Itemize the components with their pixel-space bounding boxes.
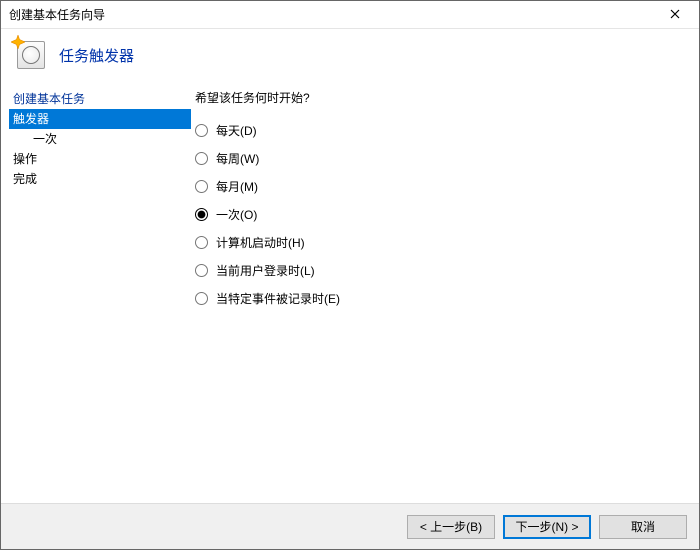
trigger-label-3: 一次(O) (216, 206, 257, 223)
trigger-label-5: 当前用户登录时(L) (216, 262, 315, 279)
wizard-content: 希望该任务何时开始? 每天(D) 每周(W) 每月(M) 一次(O) 计算机启动时(H)… (191, 83, 699, 487)
trigger-prompt: 希望该任务何时开始? (195, 89, 683, 106)
window-title: 创建基本任务向导 (9, 6, 655, 23)
trigger-label-4: 计算机启动时(H) (216, 234, 305, 251)
sidebar-item-4[interactable]: 完成 (9, 169, 191, 189)
trigger-label-0: 每天(D) (216, 122, 257, 139)
trigger-radio-5[interactable] (195, 264, 208, 277)
titlebar: 创建基本任务向导 (1, 1, 699, 29)
wizard-footer: < 上一步(B) 下一步(N) > 取消 (1, 503, 699, 549)
trigger-radio-4[interactable] (195, 236, 208, 249)
next-button[interactable]: 下一步(N) > (503, 515, 591, 539)
trigger-option-2[interactable]: 每月(M) (195, 176, 683, 196)
trigger-radio-1[interactable] (195, 152, 208, 165)
trigger-option-4[interactable]: 计算机启动时(H) (195, 232, 683, 252)
trigger-label-6: 当特定事件被记录时(E) (216, 290, 340, 307)
trigger-label-2: 每月(M) (216, 178, 258, 195)
trigger-option-0[interactable]: 每天(D) (195, 120, 683, 140)
trigger-option-6[interactable]: 当特定事件被记录时(E) (195, 288, 683, 308)
sidebar-item-2[interactable]: 一次 (9, 129, 191, 149)
sidebar-item-0[interactable]: 创建基本任务 (9, 89, 191, 109)
wizard-sidebar: 创建基本任务触发器一次操作完成 (1, 83, 191, 487)
sidebar-item-1[interactable]: 触发器 (9, 109, 191, 129)
wizard-heading: 任务触发器 (59, 45, 134, 66)
trigger-option-1[interactable]: 每周(W) (195, 148, 683, 168)
close-icon (670, 8, 680, 22)
back-button[interactable]: < 上一步(B) (407, 515, 495, 539)
trigger-radio-2[interactable] (195, 180, 208, 193)
wizard-icon (17, 41, 45, 69)
trigger-option-5[interactable]: 当前用户登录时(L) (195, 260, 683, 280)
trigger-radio-3[interactable] (195, 208, 208, 221)
trigger-radio-0[interactable] (195, 124, 208, 137)
trigger-option-3[interactable]: 一次(O) (195, 204, 683, 224)
trigger-radio-6[interactable] (195, 292, 208, 305)
wizard-header: 任务触发器 (1, 29, 699, 83)
trigger-label-1: 每周(W) (216, 150, 259, 167)
new-icon (11, 35, 25, 49)
wizard-body: 创建基本任务触发器一次操作完成 希望该任务何时开始? 每天(D) 每周(W) 每月(… (1, 83, 699, 487)
close-button[interactable] (655, 1, 695, 28)
sidebar-item-3[interactable]: 操作 (9, 149, 191, 169)
cancel-button[interactable]: 取消 (599, 515, 687, 539)
